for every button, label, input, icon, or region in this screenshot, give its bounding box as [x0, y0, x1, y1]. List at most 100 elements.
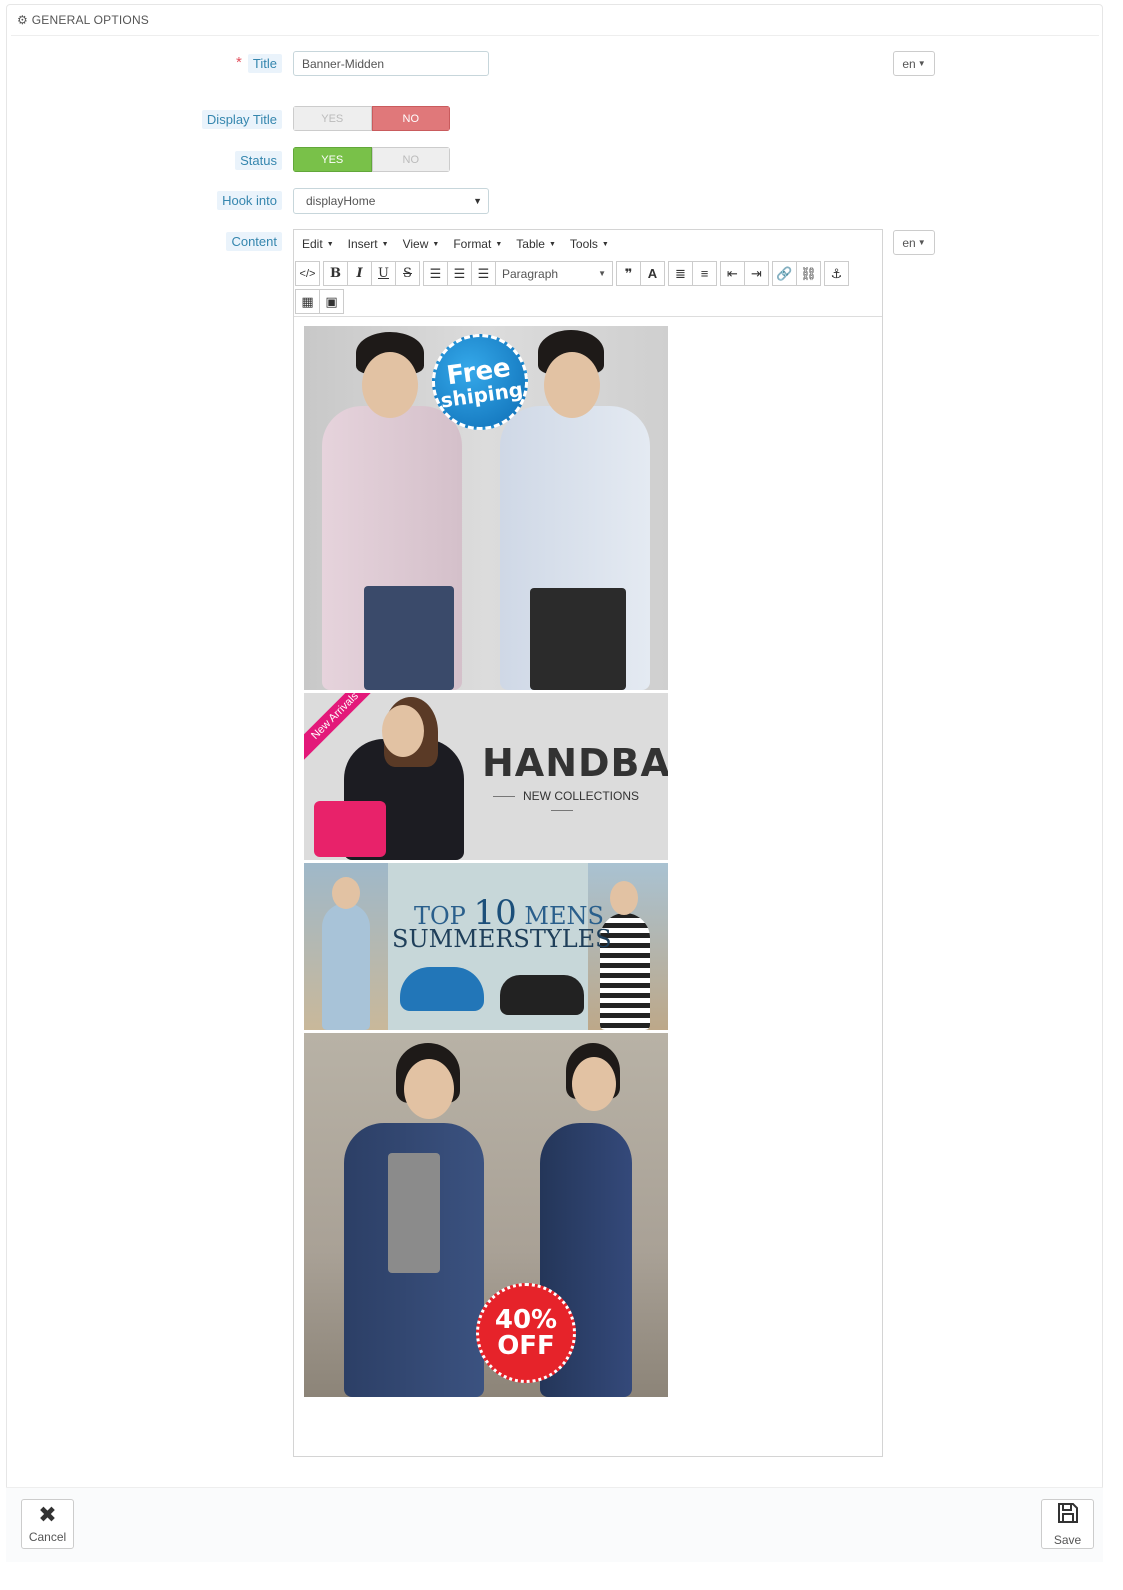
chevron-down-icon: ▼: [381, 240, 389, 248]
content-editor: Edit ▼ Insert ▼ View ▼ Format ▼ Table ▼ Tools…: [293, 229, 883, 1457]
model-head: [544, 352, 600, 418]
panel-heading: ⚙ GENERAL OPTIONS: [11, 5, 1099, 36]
menu-view-label: View: [402, 237, 429, 251]
save-label: Save: [1053, 1533, 1082, 1547]
menu-edit[interactable]: Edit ▼: [302, 237, 334, 251]
model-head: [332, 877, 360, 909]
sale-off: OFF: [497, 1331, 555, 1361]
align-right-icon[interactable]: ☰: [471, 261, 496, 286]
content-label-wrap: Content: [140, 232, 282, 254]
panel-footer: ✖ Cancel Save: [6, 1487, 1103, 1562]
hook-into-select[interactable]: displayHome ▼: [293, 188, 489, 214]
menu-table[interactable]: Table ▼: [516, 237, 556, 251]
status-label: Status: [235, 151, 282, 170]
banner-summer-styles: TOP 10 MENS SUMMERSTYLES: [304, 863, 668, 1030]
floppy-disk-icon: [1056, 1501, 1080, 1529]
handbag-subtitle: NEW COLLECTIONS: [482, 789, 642, 817]
bullet-list-icon[interactable]: ≣: [668, 261, 693, 286]
gears-icon: ⚙: [17, 13, 28, 27]
source-code-icon[interactable]: </>: [295, 261, 320, 286]
menu-view[interactable]: View ▼: [403, 237, 440, 251]
link-icon[interactable]: 🔗: [772, 261, 797, 286]
model-figure: [388, 1153, 440, 1273]
menu-edit-label: Edit: [302, 237, 323, 251]
bold-icon[interactable]: B: [323, 261, 348, 286]
banner-handbag: New Arrivals HANDBAG NEW COLLECTIONS: [304, 693, 668, 860]
hook-into-label: Hook into: [217, 191, 282, 210]
summer-styles-text: SUMMERSTYLES: [392, 925, 612, 953]
anchor-icon[interactable]: ⚓: [824, 261, 849, 286]
handbag-image: [314, 801, 386, 857]
display-title-yes-option[interactable]: YES: [293, 106, 372, 131]
underline-icon[interactable]: U: [371, 261, 396, 286]
model-head: [572, 1057, 616, 1111]
chevron-down-icon: ▼: [473, 196, 482, 206]
save-button[interactable]: Save: [1041, 1499, 1094, 1549]
editor-menubar: Edit ▼ Insert ▼ View ▼ Format ▼ Table ▼ Tools…: [294, 230, 882, 258]
menu-tools-label: Tools: [569, 237, 598, 251]
model-head: [404, 1059, 454, 1119]
banner-free-shipping: Free shiping: [304, 326, 668, 690]
banner-sale: 40% OFF: [304, 1033, 668, 1397]
title-language-dropdown[interactable]: en ▼: [893, 51, 935, 76]
menu-insert-label: Insert: [347, 237, 378, 251]
align-left-icon[interactable]: ☰: [423, 261, 448, 286]
close-icon: ✖: [38, 1502, 57, 1527]
display-title-no-option[interactable]: NO: [371, 106, 450, 131]
chevron-down-icon: ▼: [601, 240, 609, 248]
title-label: Title: [247, 54, 282, 73]
model-head: [362, 352, 418, 418]
status-yes-option[interactable]: YES: [293, 147, 372, 172]
menu-tools[interactable]: Tools ▼: [570, 237, 609, 251]
menu-insert[interactable]: Insert ▼: [348, 237, 389, 251]
unlink-icon[interactable]: ⛓: [796, 261, 821, 286]
numbered-list-icon[interactable]: ≡: [692, 261, 717, 286]
sandal-image: [500, 975, 584, 1015]
menu-format-label: Format: [453, 237, 492, 251]
format-select-value: Paragraph: [502, 266, 559, 281]
italic-icon[interactable]: I: [347, 261, 372, 286]
title-language-code: en: [902, 56, 916, 71]
status-label-wrap: Status: [140, 151, 282, 173]
model-figure: [530, 588, 626, 690]
cancel-button[interactable]: ✖ Cancel: [21, 1499, 74, 1549]
outdent-icon[interactable]: ⇤: [720, 261, 745, 286]
chevron-down-icon: ▼: [598, 269, 606, 278]
align-center-icon[interactable]: ☰: [447, 261, 472, 286]
hook-into-value: displayHome: [306, 194, 376, 208]
indent-icon[interactable]: ⇥: [744, 261, 769, 286]
text-color-icon[interactable]: A: [640, 261, 665, 286]
sale-percent: 40%: [494, 1305, 558, 1335]
status-switch[interactable]: YES NO: [293, 147, 450, 172]
blockquote-icon[interactable]: ❞: [616, 261, 641, 286]
panel-heading-text: GENERAL OPTIONS: [31, 13, 150, 27]
chevron-down-icon: ▼: [548, 240, 556, 248]
title-label-wrap: Title: [140, 54, 282, 76]
display-title-label-wrap: Display Title: [140, 110, 282, 132]
chevron-down-icon: ▼: [495, 240, 503, 248]
hook-into-label-wrap: Hook into: [140, 191, 282, 213]
display-title-switch[interactable]: YES NO: [293, 106, 450, 131]
strikethrough-icon[interactable]: S: [395, 261, 420, 286]
model-figure: [364, 586, 454, 690]
content-label: Content: [226, 232, 282, 251]
format-select[interactable]: Paragraph ▼: [495, 261, 613, 286]
content-language-dropdown[interactable]: en ▼: [893, 230, 935, 255]
menu-format[interactable]: Format ▼: [453, 237, 502, 251]
title-input[interactable]: [293, 51, 489, 76]
chevron-down-icon: ▼: [917, 238, 926, 247]
chevron-down-icon: ▼: [917, 59, 926, 68]
chevron-down-icon: ▼: [432, 240, 440, 248]
handbag-title: HANDBAG: [482, 741, 668, 785]
model-head: [382, 705, 424, 757]
editor-toolbar: </> B I U S ☰ ☰ ☰ Paragraph ▼ ❞ A ≣ ≡ ⇤ …: [294, 259, 882, 317]
image-icon[interactable]: ▣: [319, 289, 344, 314]
blue-shoe-image: [400, 967, 484, 1011]
sale-badge: 40% OFF: [476, 1283, 576, 1383]
status-no-option[interactable]: NO: [371, 147, 450, 172]
content-language-code: en: [902, 235, 916, 250]
cancel-label: Cancel: [28, 1530, 67, 1544]
menu-table-label: Table: [516, 237, 545, 251]
chevron-down-icon: ▼: [326, 240, 334, 248]
media-icon[interactable]: ▦: [295, 289, 320, 314]
